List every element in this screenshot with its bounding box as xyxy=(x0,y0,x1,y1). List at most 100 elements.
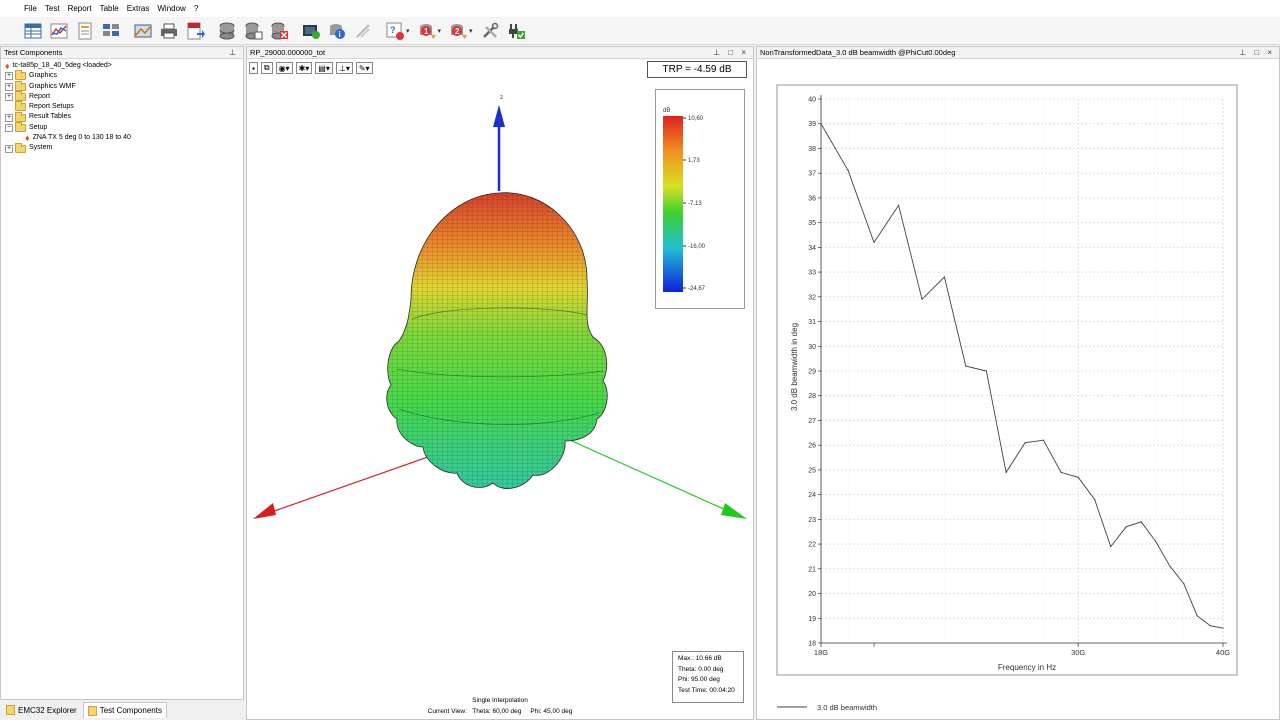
tool-dropdown-icon[interactable]: ✎▾ xyxy=(355,62,373,74)
database-icon[interactable] xyxy=(216,20,238,42)
folder-icon xyxy=(15,91,26,102)
image-chart-icon[interactable] xyxy=(132,20,154,42)
menu-report[interactable]: Report xyxy=(68,4,92,13)
checklist-dropdown-icon[interactable]: ▾ xyxy=(406,27,410,35)
collapse-icon[interactable]: − xyxy=(5,123,13,132)
y-tick-label: 38 xyxy=(808,146,816,153)
data-point xyxy=(985,370,987,372)
y-tick-label: 23 xyxy=(808,517,816,524)
tree-item-system[interactable]: + System xyxy=(5,142,131,153)
data-point xyxy=(943,276,946,278)
export-pdf-icon[interactable] xyxy=(184,20,206,42)
report-icon[interactable] xyxy=(74,20,96,42)
main-toolbar: i ? ▾ 1 ▾ 2 ▾ xyxy=(0,17,1280,45)
table-icon[interactable] xyxy=(22,20,44,42)
menu-table[interactable]: Table xyxy=(100,4,119,13)
expand-icon[interactable]: + xyxy=(5,72,13,81)
z-axis-arrow xyxy=(493,105,505,127)
tree-item-graphics-wmf[interactable]: + Graphics WMF xyxy=(5,80,131,92)
test-components-panel: Test Components ⊥ ♦ tc-ta85p_18_40_5deg … xyxy=(0,46,244,700)
tree-item-report[interactable]: + Report xyxy=(5,91,131,102)
y-tick-label: 21 xyxy=(808,566,816,573)
step-one-dropdown-icon[interactable]: ▾ xyxy=(438,27,442,35)
tree-item-zna-setup[interactable]: ♦ ZNA TX 5 deg 0 to 130 18 to 40 xyxy=(5,133,131,143)
signal-icon[interactable] xyxy=(352,20,374,42)
tree-item-root[interactable]: ♦ tc-ta85p_18_40_5deg <loaded> xyxy=(5,61,131,71)
tree-item-report-setups[interactable]: Report Setups xyxy=(5,101,131,112)
legend-tick: 1,73 xyxy=(688,158,700,164)
y-axis-arrow xyxy=(721,503,747,519)
tree-table-icon[interactable] xyxy=(100,20,122,42)
x-axis-arrow xyxy=(253,503,276,519)
database-edit-icon[interactable] xyxy=(242,20,264,42)
x-axis-label: Frequency in Hz xyxy=(998,663,1056,672)
data-point xyxy=(1060,471,1062,473)
legend-tick: -16,00 xyxy=(688,244,706,250)
monitor-run-icon[interactable] xyxy=(300,20,322,42)
expand-icon[interactable]: + xyxy=(5,82,13,91)
data-point xyxy=(820,123,822,125)
y-tick-label: 24 xyxy=(808,492,816,499)
y-tick-label: 36 xyxy=(808,195,816,202)
y-tick-label: 18 xyxy=(808,641,816,648)
window-controls-icon[interactable]: ⊥ □ × xyxy=(713,47,749,58)
tab-test-components[interactable]: Test Components xyxy=(82,702,167,718)
menu-help[interactable]: ? xyxy=(194,4,198,13)
legend-label: 3.0 dB beamwidth xyxy=(817,703,877,712)
page-dropdown-icon[interactable]: ▤▾ xyxy=(315,62,333,74)
components-icon xyxy=(87,705,97,716)
tree-item-label: Setup xyxy=(29,123,48,131)
print-icon[interactable] xyxy=(158,20,180,42)
radiation-pattern-panel: RP_29000.000000_tot ⊥ □ × ▪ ⧉ ◉▾ ✱▾ ▤▾ ⊥… xyxy=(246,46,754,720)
tree-item-setup[interactable]: − Setup xyxy=(5,121,131,133)
current-view-phi: Phi: 45,00 deg xyxy=(530,708,573,715)
tree-item-graphics[interactable]: + Graphics xyxy=(5,70,131,81)
svg-text:1: 1 xyxy=(424,27,429,36)
y-tick-label: 33 xyxy=(808,270,816,277)
x-tick-label: 30G xyxy=(1071,648,1085,657)
folder-icon xyxy=(15,70,26,81)
beamwidth-chart[interactable]: 18 19 20 21 22 23 24 25 26 27 28 29 30 31 32 33 34 35 36 37… xyxy=(757,47,1279,719)
line-chart-icon[interactable] xyxy=(48,20,70,42)
settings-dropdown-icon[interactable]: ✱▾ xyxy=(295,62,313,74)
menu-file[interactable]: File xyxy=(24,4,37,13)
y-tick-label: 29 xyxy=(808,369,816,376)
y-tick-label: 30 xyxy=(808,344,816,351)
step-two-dropdown-icon[interactable]: ▾ xyxy=(469,27,473,35)
pin-icon[interactable]: ⊥ xyxy=(229,47,239,58)
copy-icon[interactable]: ⧉ xyxy=(260,62,273,74)
svg-text:?: ? xyxy=(390,25,396,35)
interpolation-label: Single Interpolation xyxy=(472,697,528,704)
tree-item-result-tables[interactable]: + Result Tables xyxy=(5,111,131,122)
chart-frame xyxy=(776,84,1238,676)
menu-test[interactable]: Test xyxy=(45,4,60,13)
plug-icon[interactable] xyxy=(505,20,527,42)
tools-icon[interactable] xyxy=(479,20,501,42)
tab-emc32-explorer[interactable]: EMC32 Explorer xyxy=(2,702,81,718)
checklist-icon[interactable]: ? xyxy=(384,20,406,42)
expand-icon[interactable]: + xyxy=(5,93,13,102)
y-axis-line xyxy=(562,436,738,516)
legend-tick: -7,13 xyxy=(688,201,702,207)
info-db-icon[interactable]: i xyxy=(326,20,348,42)
database-delete-icon[interactable] xyxy=(268,20,290,42)
axis-dropdown-icon[interactable]: ⊥▾ xyxy=(335,62,353,74)
y-tick-label: 37 xyxy=(808,171,816,178)
save-icon[interactable]: ▪ xyxy=(249,62,258,74)
y-tick-label: 32 xyxy=(808,294,816,301)
expand-icon[interactable]: + xyxy=(5,144,13,153)
folder-icon xyxy=(15,101,26,112)
setup-item-icon: ♦ xyxy=(25,133,30,144)
svg-text:i: i xyxy=(339,30,341,39)
view-dropdown-icon[interactable]: ◉▾ xyxy=(275,62,293,74)
lobe-mesh xyxy=(386,192,608,489)
tree-item-label: tc-ta85p_18_40_5deg <loaded> xyxy=(12,62,112,69)
data-point xyxy=(1024,442,1026,444)
menu-window[interactable]: Window xyxy=(157,4,185,13)
step-one-icon[interactable]: 1 xyxy=(416,20,438,42)
menu-extras[interactable]: Extras xyxy=(127,4,150,13)
x-tick-label: 18G xyxy=(814,648,828,657)
expand-icon[interactable]: + xyxy=(5,113,13,122)
data-point xyxy=(847,170,849,172)
step-two-icon[interactable]: 2 xyxy=(447,20,469,42)
